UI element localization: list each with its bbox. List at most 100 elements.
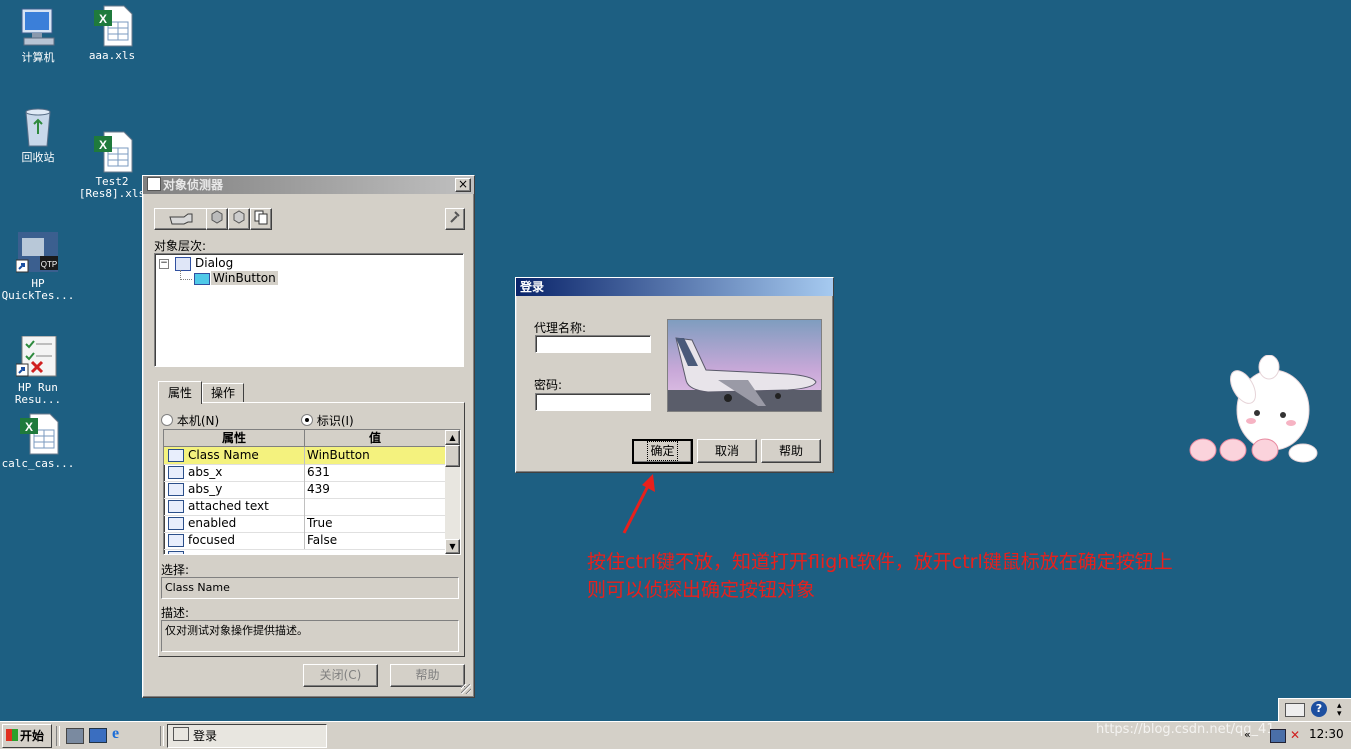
tree-connector: [180, 279, 192, 280]
help-button[interactable]: 帮助: [761, 439, 821, 463]
table-row[interactable]: abs_y 439: [164, 481, 445, 499]
tray-expand-button[interactable]: «: [1244, 726, 1256, 744]
table-row[interactable]: Class Name WinButton: [164, 447, 445, 465]
property-icon: [168, 517, 184, 530]
property-name: Class Name: [188, 448, 259, 462]
dialog-node-icon: [175, 257, 191, 271]
taskbar: 开始 e 登录 https://blog.csdn.net/qq_41... «…: [0, 721, 1351, 749]
properties-grid[interactable]: 属性 值 Class Name WinButton abs_x 631 abs_…: [163, 429, 461, 555]
login-dialog: 登录 代理名称: 密码: 确定 取消 帮助: [515, 277, 834, 473]
desktop-icon-label: aaa.xls: [88, 49, 136, 62]
excel-file-icon: X: [90, 118, 134, 173]
login-titlebar[interactable]: 登录: [516, 278, 833, 296]
scroll-up-icon[interactable]: ▲: [445, 430, 460, 445]
desktop-icon-recycle-bin[interactable]: 回收站: [0, 106, 76, 164]
copy-icon: [254, 210, 268, 225]
property-icon: [168, 551, 184, 554]
object-hierarchy-tree[interactable]: − Dialog WinButton: [154, 253, 464, 367]
cancel-button[interactable]: 取消: [697, 439, 757, 463]
radio-identify-label: 标识(I): [316, 414, 354, 428]
ok-button-label: 确定: [647, 441, 678, 461]
table-row[interactable]: attached text: [164, 498, 445, 516]
tab-properties[interactable]: 属性: [158, 381, 202, 404]
pin-icon: [450, 211, 460, 223]
object-spy-tool-3[interactable]: [250, 208, 272, 230]
property-icon: [168, 483, 184, 496]
property-value: WinButton: [307, 448, 370, 462]
grid-scrollbar[interactable]: ▲ ▼: [445, 430, 460, 554]
tree-node-winbutton[interactable]: WinButton: [211, 271, 278, 285]
login-title: 登录: [520, 280, 545, 294]
property-value: 439: [307, 482, 330, 496]
hierarchy-label: 对象层次:: [154, 239, 207, 253]
network-icon[interactable]: [1270, 729, 1286, 743]
recycle-bin-icon: [16, 106, 60, 150]
taskbar-divider: [160, 726, 164, 746]
pointing-hand-icon: [169, 213, 193, 225]
ok-button[interactable]: 确定: [632, 439, 693, 464]
description-field: 仅对测试对象操作提供描述。: [161, 620, 459, 652]
table-row[interactable]: enabled True: [164, 515, 445, 533]
tab-operations-label: 操作: [210, 386, 235, 400]
property-icon: [168, 449, 184, 462]
server-manager-icon[interactable]: [66, 728, 84, 744]
desktop-icon-calc-cas[interactable]: X calc_cas...: [0, 412, 76, 470]
tab-properties-label: 属性: [167, 386, 192, 400]
csdn-watermark: https://blog.csdn.net/qq_41...: [1096, 722, 1288, 737]
show-desktop-icon[interactable]: [89, 728, 107, 743]
scroll-down-icon[interactable]: ▼: [445, 539, 460, 554]
table-row[interactable]: abs_x 631: [164, 464, 445, 482]
radio-identify[interactable]: 标识(I): [301, 412, 354, 429]
run-results-icon: [15, 324, 60, 377]
object-spy-title: 对象侦测器: [163, 178, 224, 192]
agent-name-input[interactable]: [535, 335, 651, 353]
language-bar-options-icon[interactable]: ▴ ▾: [1337, 702, 1347, 719]
pointing-hand-button[interactable]: [154, 208, 208, 230]
property-name: abs_y: [188, 482, 223, 496]
property-value: True: [307, 516, 333, 530]
object-spy-tool-2[interactable]: [228, 208, 250, 230]
svg-text:QTP: QTP: [41, 260, 57, 269]
property-icon: [168, 466, 184, 479]
keyboard-icon[interactable]: [1285, 703, 1305, 717]
svg-text:X: X: [99, 138, 107, 152]
password-input[interactable]: [535, 393, 651, 411]
desktop-icon-aaa-xls[interactable]: X aaa.xls: [74, 4, 150, 62]
desktop-icon-label: HP QuickTes...: [1, 277, 75, 302]
desktop-icon-label: calc_cas...: [1, 457, 75, 470]
bunny-sticker-image: [1189, 355, 1318, 463]
desktop-icon-label: Test2 [Res8].xls: [78, 175, 146, 200]
help-button[interactable]: 帮助: [390, 664, 465, 687]
object-spy-tool-1[interactable]: [206, 208, 228, 230]
resize-grip[interactable]: [461, 684, 471, 694]
tree-node-dialog[interactable]: Dialog: [195, 256, 233, 270]
taskbar-item-label: 登录: [193, 729, 218, 743]
volume-muted-icon[interactable]: ✕: [1290, 728, 1304, 742]
ie-icon[interactable]: e: [112, 726, 128, 742]
property-name: attached text: [188, 499, 269, 513]
tree-collapse-icon[interactable]: −: [159, 259, 169, 269]
object-spy-titlebar[interactable]: 对象侦测器 ×: [143, 176, 474, 194]
radio-native[interactable]: 本机(N): [161, 412, 219, 429]
help-icon[interactable]: ?: [1311, 701, 1327, 717]
desktop-icon-hp-quicktest[interactable]: QTP HP QuickTes...: [0, 208, 76, 314]
password-label: 密码:: [534, 378, 563, 392]
description-label: 描述:: [161, 606, 190, 620]
property-name: abs_x: [188, 465, 223, 479]
desktop-icon-computer[interactable]: 计算机: [0, 6, 76, 64]
taskbar-item-login[interactable]: 登录: [167, 724, 327, 748]
table-row[interactable]: focused False: [164, 532, 445, 550]
desktop-icon-label: 计算机: [21, 51, 55, 64]
pin-button[interactable]: [445, 208, 465, 230]
radio-identify-circle: [301, 414, 313, 426]
table-row[interactable]: [164, 549, 445, 554]
start-button[interactable]: 开始: [2, 724, 52, 748]
tab-operations[interactable]: 操作: [202, 383, 244, 403]
close-icon[interactable]: ×: [455, 178, 471, 192]
close-button[interactable]: 关闭(C): [303, 664, 378, 687]
cube-icon: [233, 210, 245, 224]
desktop-icon-hp-run-results[interactable]: HP Run Resu...: [0, 312, 76, 418]
svg-text:X: X: [25, 420, 33, 434]
scroll-thumb[interactable]: [445, 445, 460, 467]
desktop-icon-test2-xls[interactable]: X Test2 [Res8].xls: [74, 106, 150, 212]
